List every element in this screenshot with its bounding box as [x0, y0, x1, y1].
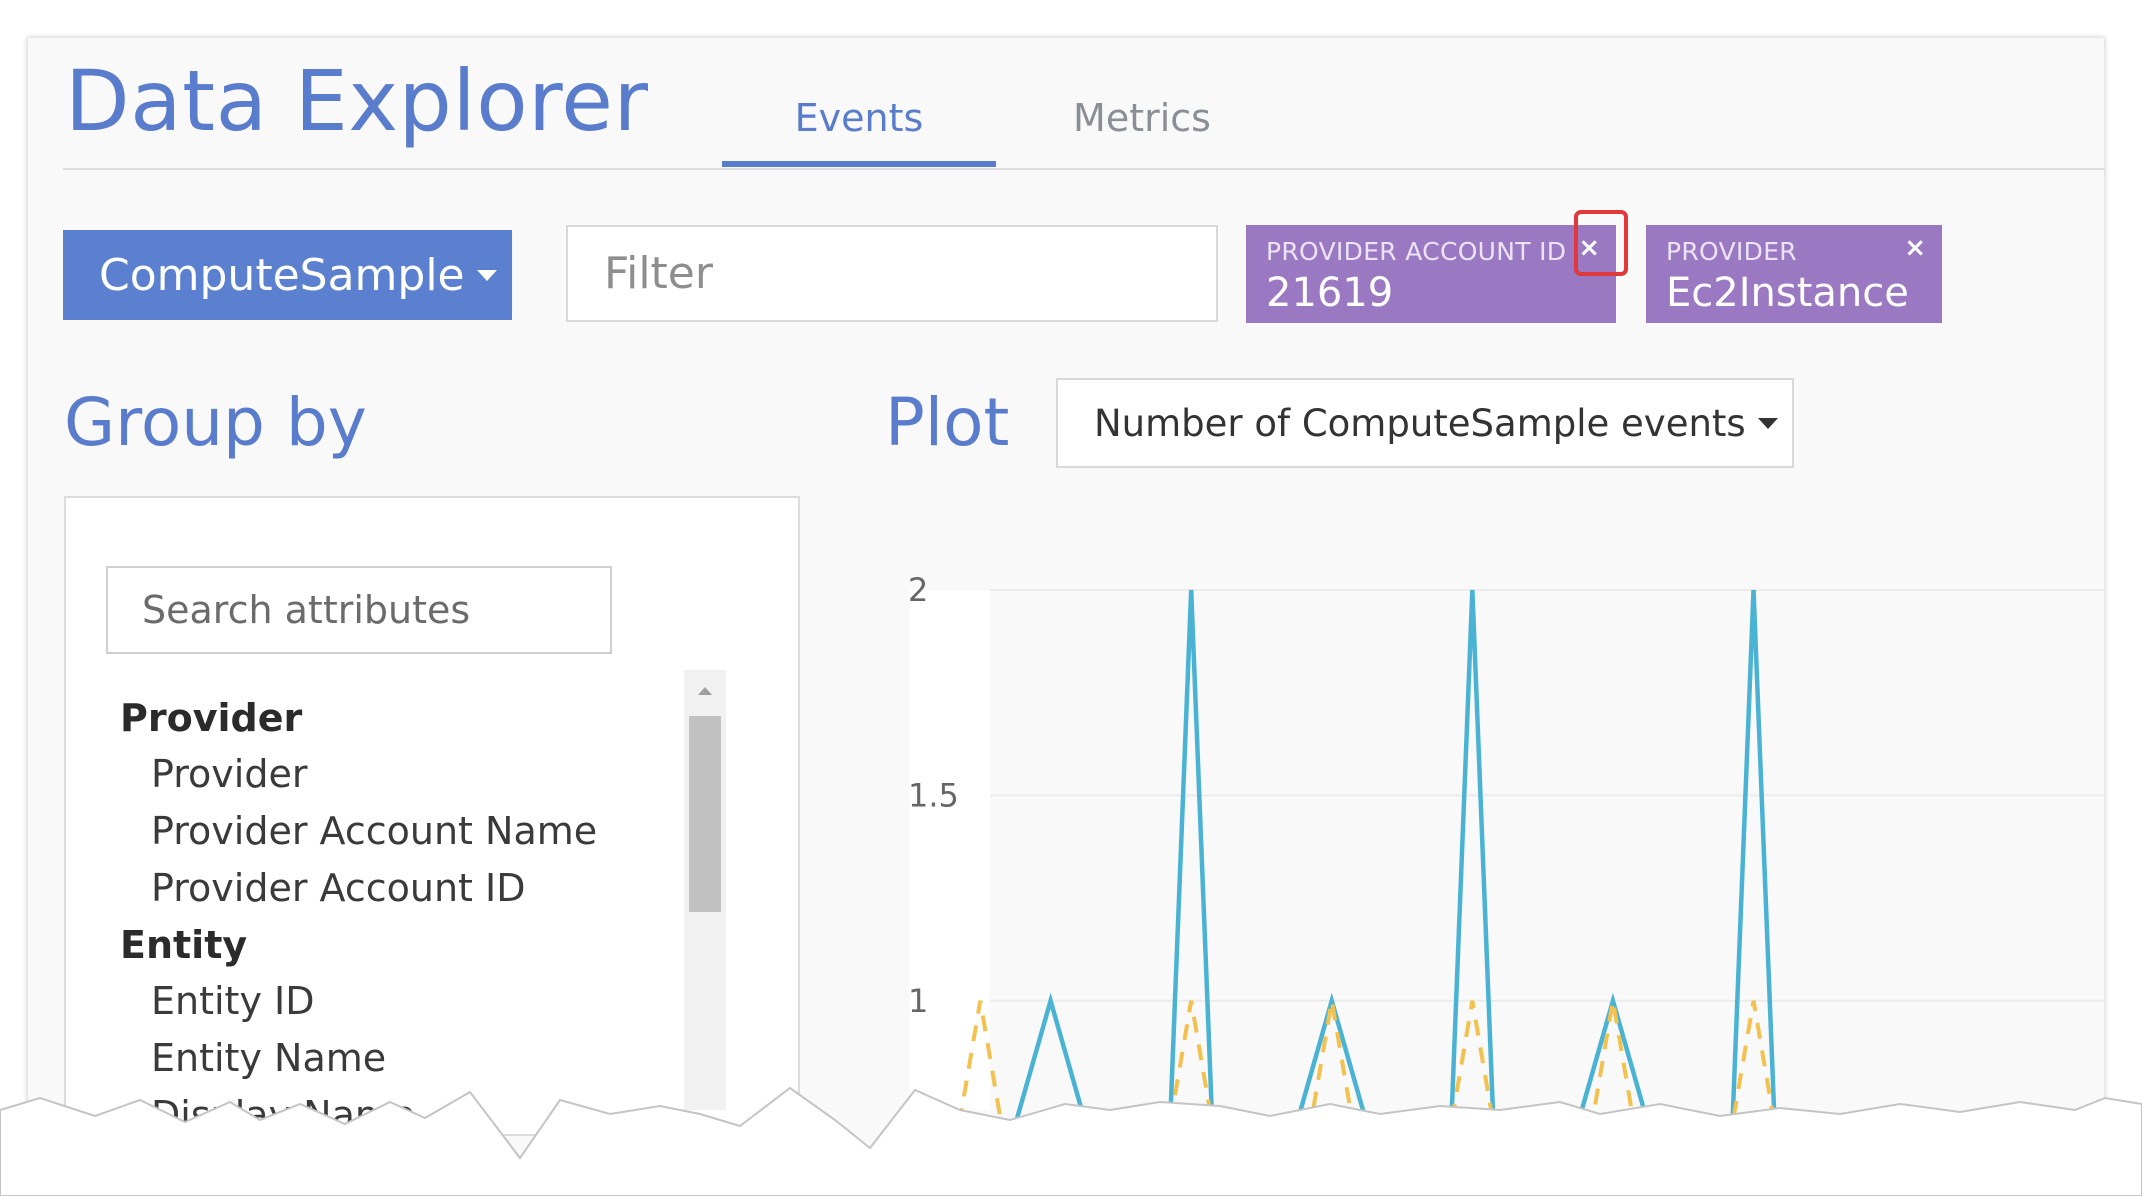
chart-series — [957, 589, 1777, 1120]
attribute-item-provider[interactable]: Provider — [120, 746, 680, 803]
chip-label: PROVIDER ACCOUNT ID — [1266, 237, 1567, 266]
attribute-item-entity-id[interactable]: Entity ID — [120, 973, 680, 1030]
chip-label: PROVIDER — [1666, 237, 1797, 266]
plot-metric-dropdown[interactable]: Number of ComputeSample events — [1056, 378, 1794, 468]
tab-metrics[interactable]: Metrics — [1005, 96, 1279, 140]
chart-y-tick-label: 1 — [908, 982, 928, 1020]
event-type-label: ComputeSample — [99, 249, 465, 301]
event-type-dropdown[interactable]: ComputeSample — [63, 230, 512, 320]
attribute-item-provider-account-id[interactable]: Provider Account ID — [120, 860, 680, 917]
attribute-item-provider-account-name[interactable]: Provider Account Name — [120, 803, 680, 860]
chart-y-axis-band — [910, 590, 990, 1110]
caret-down-icon — [476, 269, 497, 281]
chart-series-solid-line — [1014, 589, 1777, 1120]
chart-y-tick-label: 1.5 — [908, 776, 959, 814]
filter-chip-provider[interactable]: PROVIDER Ec2Instance × — [1646, 225, 1942, 323]
group-by-title: Group by — [64, 384, 367, 461]
chart-gridlines — [990, 589, 2105, 1002]
plot-metric-label: Number of ComputeSample events — [1094, 401, 1746, 445]
events-line-chart: 21.51 — [908, 571, 2105, 1120]
page-title: Data Explorer — [65, 52, 649, 150]
torn-edge — [0, 1086, 2142, 1196]
tab-events[interactable]: Events — [722, 96, 996, 140]
attribute-group-heading: Provider — [120, 696, 303, 740]
filter-chip-provider-account-id[interactable]: PROVIDER ACCOUNT ID 21619 × — [1246, 225, 1616, 323]
close-icon[interactable]: × — [1904, 233, 1926, 263]
chart-y-tick-label: 2 — [908, 571, 928, 609]
attribute-item-entity-name[interactable]: Entity Name — [120, 1030, 680, 1087]
filter-input[interactable] — [566, 225, 1218, 322]
plot-title: Plot — [885, 384, 1010, 461]
scrollbar-thumb[interactable] — [689, 716, 721, 912]
chip-value: Ec2Instance — [1666, 270, 1909, 316]
chip-value: 21619 — [1266, 270, 1394, 316]
active-tab-indicator — [722, 161, 996, 167]
highlight-annotation — [1574, 210, 1628, 276]
search-attributes-input[interactable] — [106, 566, 612, 654]
header-divider — [63, 168, 2105, 170]
attribute-list: Provider Provider Provider Account Name … — [120, 690, 680, 1144]
caret-down-icon — [1757, 417, 1778, 429]
attribute-group-heading: Entity — [120, 923, 248, 967]
scroll-up-arrow-icon[interactable] — [684, 676, 726, 706]
